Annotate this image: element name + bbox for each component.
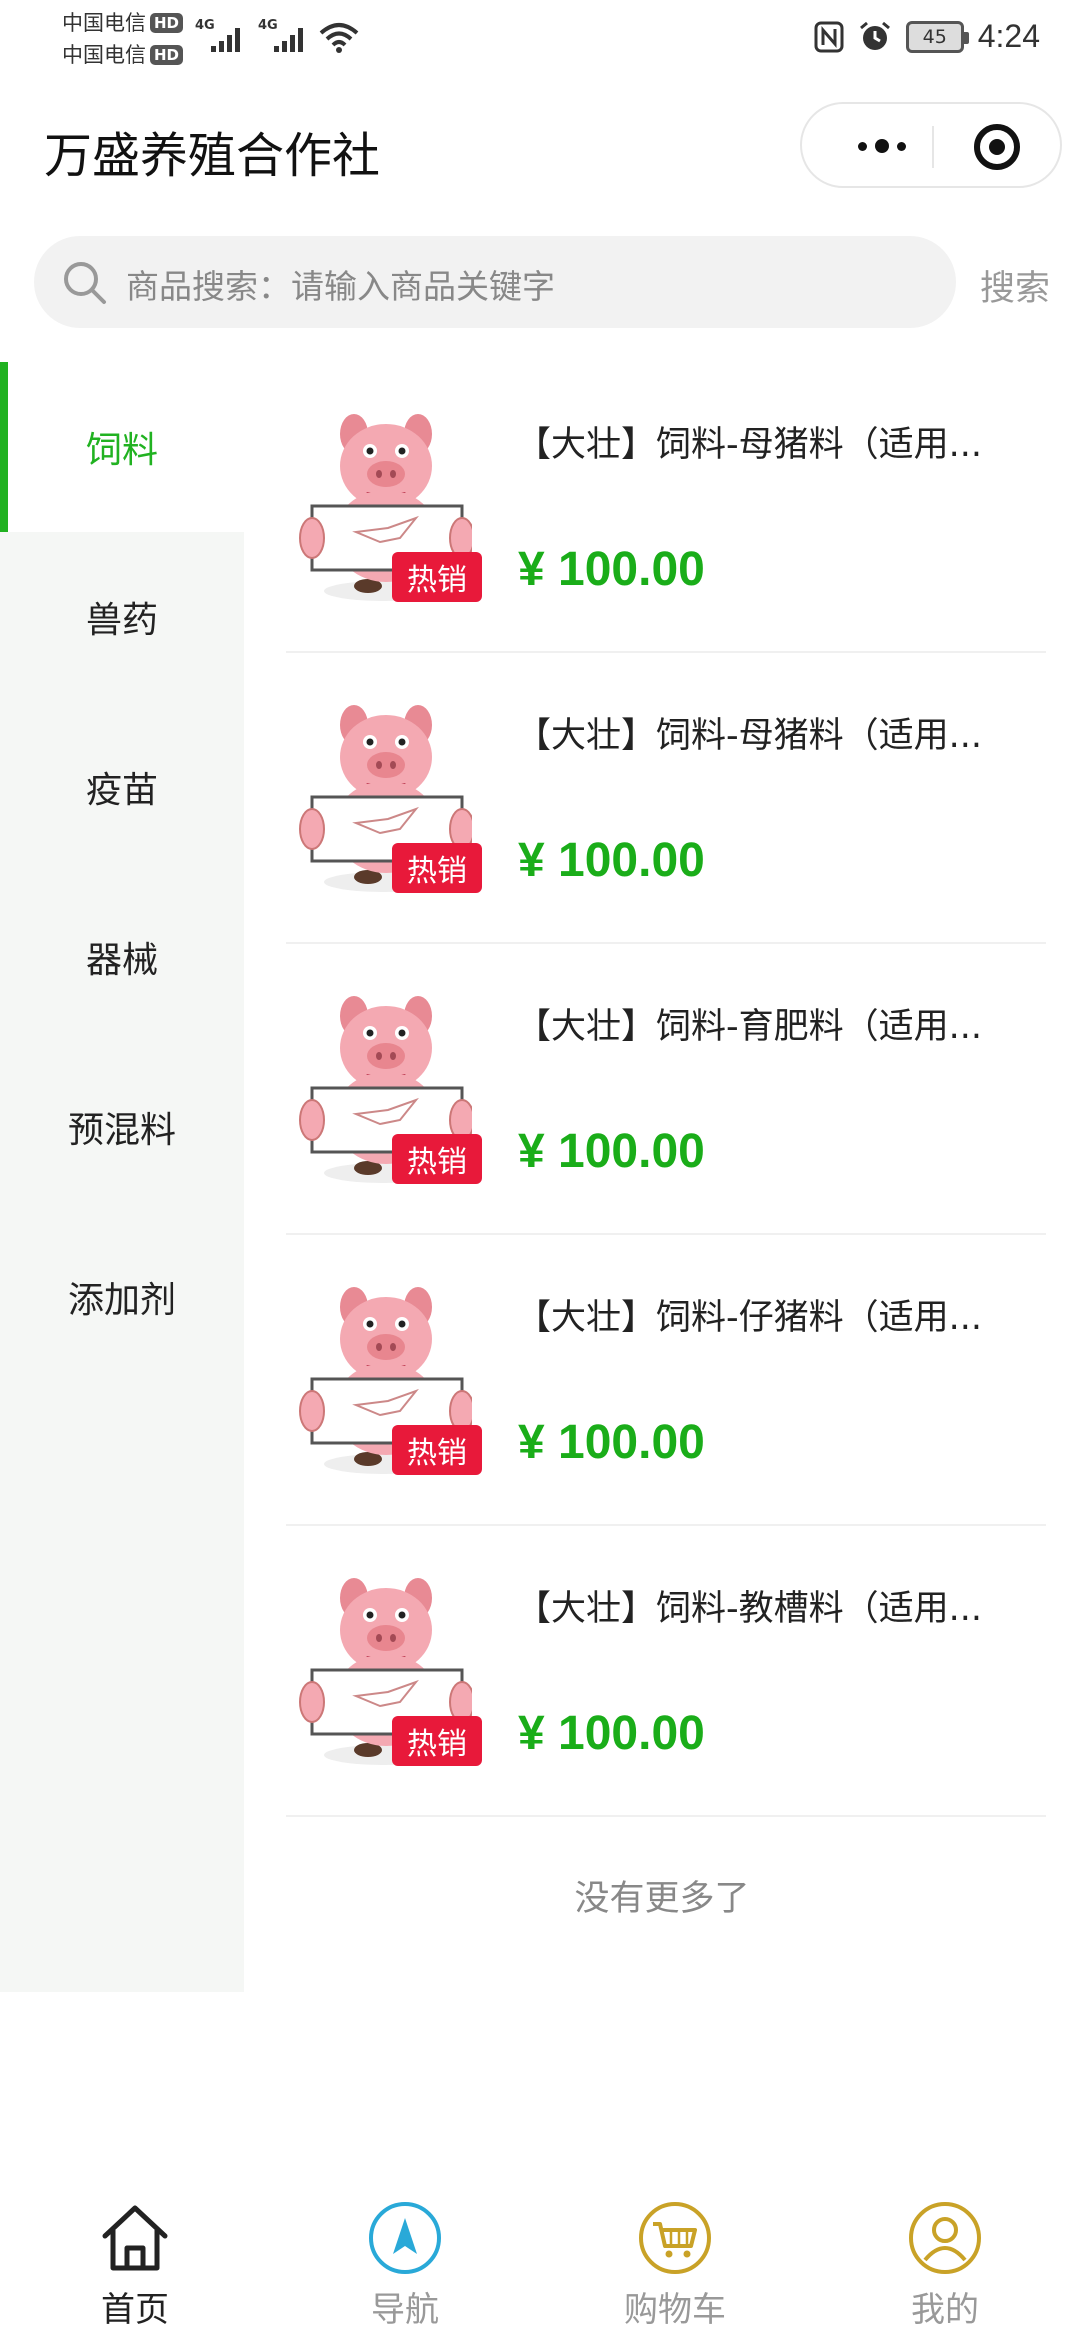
hd-badge: HD: [150, 45, 184, 65]
category-item-equipment[interactable]: 器械: [0, 872, 244, 1042]
product-price: ¥ 100.00: [518, 543, 705, 596]
search-button[interactable]: 搜索: [980, 260, 1050, 311]
hot-sale-badge: 热销: [392, 843, 482, 893]
clock: 4:24: [977, 18, 1040, 54]
category-sidebar: 饲料 兽药 疫苗 器械 预混料 添加剂: [0, 362, 244, 1992]
cart-icon: [639, 2202, 711, 2274]
product-name: 【大壮】饲料-育肥料（适用...: [516, 1007, 983, 1047]
mini-program-capsule: [800, 102, 1062, 188]
hot-sale-badge: 热销: [392, 1716, 482, 1766]
category-item-vaccines[interactable]: 疫苗: [0, 702, 244, 872]
tab-label: 首页: [101, 2290, 169, 2330]
product-item[interactable]: 热销 【大壮】饲料-教槽料（适用... ¥ 100.00: [286, 1526, 1046, 1817]
capsule-divider: [932, 126, 934, 168]
product-name: 【大壮】饲料-母猪料（适用...: [516, 425, 983, 465]
title-bar: 万盛养殖合作社: [0, 90, 1080, 200]
search-placeholder: 商品搜索：请输入商品关键字: [126, 267, 555, 306]
wifi-icon: [319, 23, 359, 53]
search-icon: [64, 262, 106, 304]
category-item-feed[interactable]: 饲料: [0, 362, 244, 532]
product-name: 【大壮】饲料-仔猪料（适用...: [516, 1298, 983, 1338]
product-item[interactable]: 热销 【大壮】饲料-母猪料（适用... ¥ 100.00: [286, 362, 1046, 653]
product-item[interactable]: 热销 【大壮】饲料-育肥料（适用... ¥ 100.00: [286, 944, 1046, 1235]
search-input[interactable]: 商品搜索：请输入商品关键字: [34, 236, 956, 328]
product-price: ¥ 100.00: [518, 834, 705, 887]
product-name: 【大壮】饲料-母猪料（适用...: [516, 716, 983, 756]
page-title: 万盛养殖合作社: [44, 128, 381, 184]
nfc-icon: [814, 21, 844, 52]
list-end-text: 没有更多了: [574, 1879, 750, 1919]
dot: [858, 141, 867, 151]
dot: [875, 139, 889, 153]
hot-sale-badge: 热销: [392, 1425, 482, 1475]
user-icon: [909, 2202, 981, 2274]
product-item[interactable]: 热销 【大壮】饲料-仔猪料（适用... ¥ 100.00: [286, 1235, 1046, 1526]
hot-sale-badge: 热销: [392, 552, 482, 602]
category-item-premix[interactable]: 预混料: [0, 1042, 244, 1212]
product-list: 热销 【大壮】饲料-母猪料（适用... ¥ 100.00 热销 【大壮】饲料-母…: [286, 362, 1046, 1817]
dot: [897, 141, 906, 151]
product-price: ¥ 100.00: [518, 1707, 705, 1760]
close-target-icon[interactable]: [974, 124, 1020, 170]
tab-label: 购物车: [624, 2290, 726, 2330]
bottom-tab-bar: 首页 导航 购物车 我的: [0, 2190, 1080, 2340]
hd-badge: HD: [150, 13, 184, 33]
product-price: ¥ 100.00: [518, 1416, 705, 1469]
mini-program-page: 中国电信 HD 中国电信 HD 4G 4G 45 4:24 万盛养殖合作社 商品…: [0, 0, 1080, 2340]
more-button[interactable]: [842, 128, 922, 164]
search-bar: 商品搜索：请输入商品关键字 搜索: [0, 236, 1080, 330]
tab-label: 导航: [371, 2290, 439, 2330]
tab-home[interactable]: 首页: [0, 2190, 270, 2340]
home-icon: [102, 2205, 168, 2271]
alarm-icon: [859, 21, 890, 50]
tab-cart[interactable]: 购物车: [540, 2190, 810, 2340]
category-item-veterinary-drugs[interactable]: 兽药: [0, 532, 244, 702]
tab-label: 我的: [911, 2290, 979, 2330]
battery-icon: 45: [905, 20, 969, 53]
product-item[interactable]: 热销 【大壮】饲料-母猪料（适用... ¥ 100.00: [286, 653, 1046, 944]
status-bar: 中国电信 HD 中国电信 HD 4G 4G 45 4:24: [62, 10, 1040, 68]
navigation-icon: [369, 2202, 441, 2274]
carrier-2: 中国电信 HD: [62, 42, 184, 68]
carrier-1: 中国电信 HD: [62, 10, 184, 36]
product-price: ¥ 100.00: [518, 1125, 705, 1178]
hot-sale-badge: 热销: [392, 1134, 482, 1184]
tab-mine[interactable]: 我的: [810, 2190, 1080, 2340]
tab-navigation[interactable]: 导航: [270, 2190, 540, 2340]
category-item-additives[interactable]: 添加剂: [0, 1212, 244, 1382]
product-name: 【大壮】饲料-教槽料（适用...: [516, 1589, 983, 1629]
